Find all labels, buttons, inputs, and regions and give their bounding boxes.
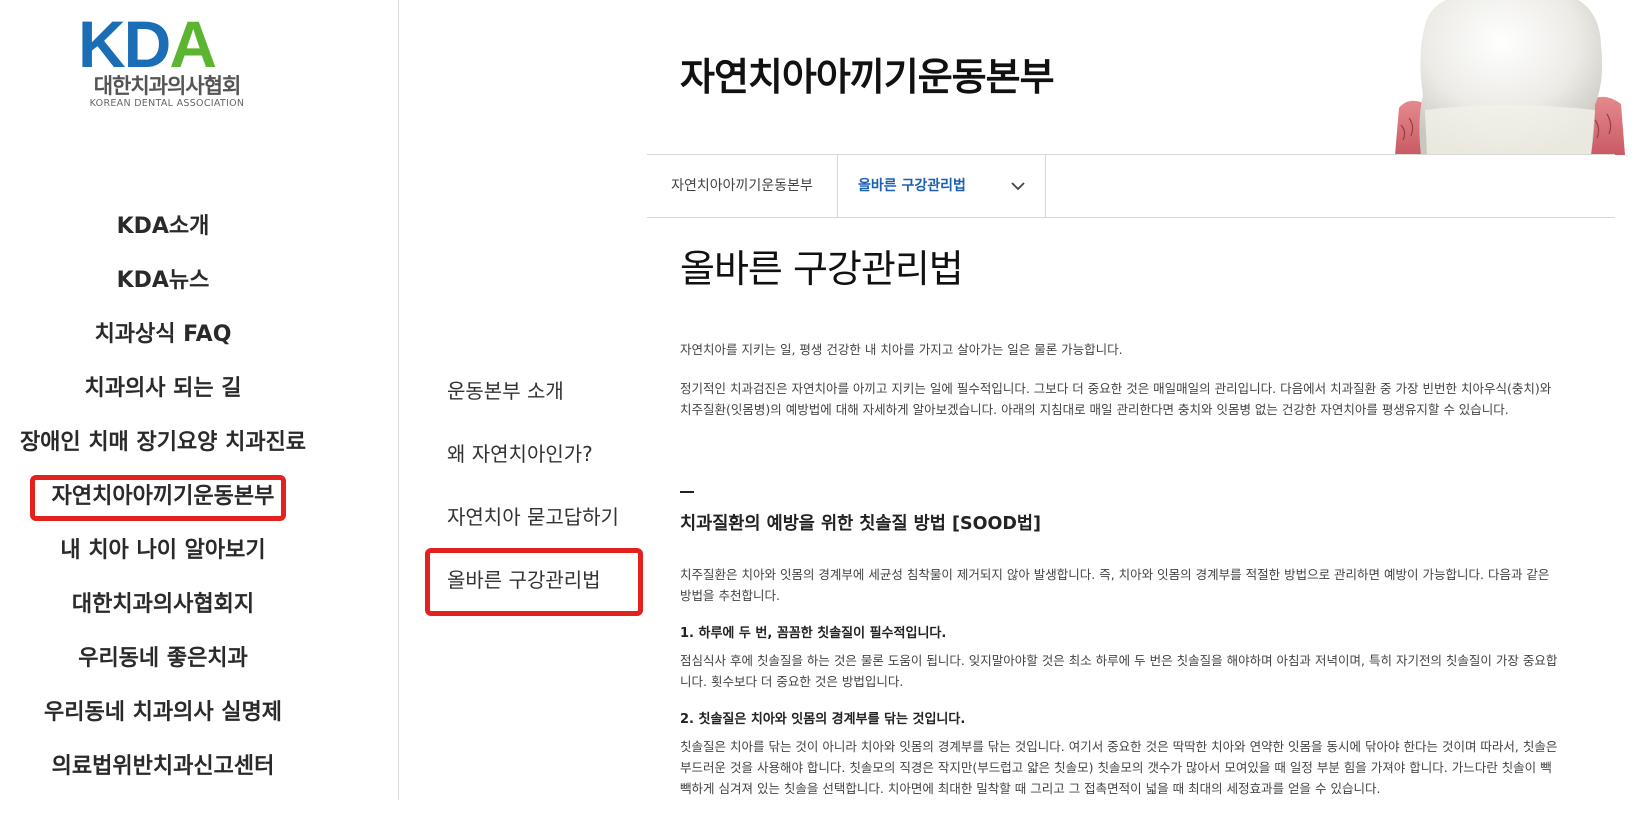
sood-heading: 치과질환의 예방을 위한 칫솔질 방법 [SOOD법] — [680, 514, 1041, 534]
chevron-down-icon — [1011, 182, 1025, 191]
sub-nav-item-why-natural[interactable]: 왜 자연치아인가? — [447, 423, 619, 486]
main-nav-item-real-name[interactable]: 우리동네 치과의사 실명제 — [0, 686, 326, 740]
main-nav-item-kda-intro[interactable]: KDA소개 — [0, 200, 326, 254]
logo-name-korean: 대한치과의사협회 — [93, 74, 242, 98]
step2-text: 칫솔질은 치아를 닦는 것이 아니라 치아와 잇몸의 경계부를 닦는 것입니다.… — [680, 739, 1558, 796]
breadcrumb-current: 올바른 구강관리법 — [858, 178, 966, 194]
main-nav-item-natural-teeth[interactable]: 자연치아아끼기운동본부 — [0, 470, 326, 524]
periodontal-paragraph: 치주질환은 치아와 잇몸의 경계부에 세균성 침착물이 제거되지 않아 발생합니… — [680, 567, 1550, 603]
breadcrumb-dropdown[interactable]: 올바른 구강관리법 — [838, 155, 1046, 217]
sub-nav-item-intro[interactable]: 운동본부 소개 — [447, 360, 619, 423]
main-nav-item-disabled-care[interactable]: 장애인 치매 장기요양 치과진료 — [0, 416, 326, 470]
step1-title: 1. 하루에 두 번, 꼼꼼한 칫솔질이 필수적입니다. — [680, 626, 947, 641]
main-nav-item-dental-faq[interactable]: 치과상식 FAQ — [0, 308, 326, 362]
breadcrumb: 자연치아아끼기운동본부 올바른 구강관리법 — [647, 154, 1615, 218]
main-nav-item-becoming-dentist[interactable]: 치과의사 되는 길 — [0, 362, 326, 416]
heading-divider — [680, 491, 694, 493]
main-content: 올바른 구강관리법 자연치아를 지키는 일, 평생 건강한 내 치아를 가지고 … — [680, 244, 1560, 796]
tooth-icon — [1395, 0, 1625, 155]
main-nav-item-kda-news[interactable]: KDA뉴스 — [0, 254, 326, 308]
main-nav-item-tooth-age[interactable]: 내 치아 나이 알아보기 — [0, 524, 326, 578]
step2-title: 2. 칫솔질은 치아와 잇몸의 경계부를 닦는 것입니다. — [680, 712, 966, 727]
logo-name-english: KOREAN DENTAL ASSOCIATION — [89, 98, 245, 109]
main-nav-item-good-dentist[interactable]: 우리동네 좋은치과 — [0, 632, 326, 686]
main-nav: KDA소개 KDA뉴스 치과상식 FAQ 치과의사 되는 길 장애인 치매 장기… — [0, 200, 326, 794]
checkup-paragraph: 정기적인 치과검진은 자연치아를 아끼고 지키는 일에 필수적입니다. 그보다 … — [680, 381, 1552, 417]
main-nav-item-journal[interactable]: 대한치과의사협회지 — [0, 578, 326, 632]
main-nav-item-report-center[interactable]: 의료법위반치과신고센터 — [0, 740, 326, 794]
logo-letters: KDA — [78, 7, 217, 81]
kda-logo[interactable]: KDA 대한치과의사협회 KOREAN DENTAL ASSOCIATION — [78, 7, 256, 112]
sub-nav: 운동본부 소개 왜 자연치아인가? 자연치아 묻고답하기 올바른 구강관리법 — [425, 360, 643, 616]
section-title: 올바른 구강관리법 — [680, 247, 964, 291]
step1-text: 점심식사 후에 칫솔질을 하는 것은 물론 도움이 됩니다. 잊지말아야할 것은… — [680, 653, 1558, 689]
breadcrumb-home[interactable]: 자연치아아끼기운동본부 — [647, 155, 838, 217]
sub-nav-item-oral-care[interactable]: 올바른 구강관리법 — [425, 548, 643, 616]
sub-nav-item-qna[interactable]: 자연치아 묻고답하기 — [447, 486, 619, 549]
intro-paragraph: 자연치아를 지키는 일, 평생 건강한 내 치아를 가지고 살아가는 일은 물론… — [680, 342, 1123, 357]
sidebar: KDA 대한치과의사협회 KOREAN DENTAL ASSOCIATION K… — [0, 0, 399, 800]
page-title: 자연치아아끼기운동본부 — [680, 55, 1055, 99]
